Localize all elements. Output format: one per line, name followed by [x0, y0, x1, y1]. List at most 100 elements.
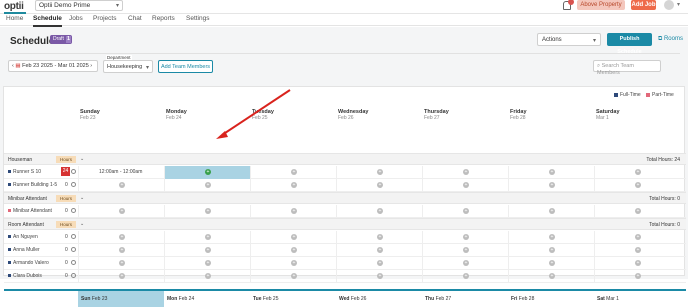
- search-input[interactable]: ⌕ Search Team Members: [593, 60, 661, 76]
- avatar[interactable]: [664, 0, 674, 10]
- property-selector[interactable]: Optii Demo Prime ▾: [35, 0, 123, 11]
- shift-cell[interactable]: +: [336, 257, 422, 270]
- add-shift-icon[interactable]: +: [463, 247, 469, 253]
- add-shift-icon[interactable]: +: [205, 169, 211, 175]
- shift-cell[interactable]: +: [508, 257, 594, 270]
- add-shift-icon[interactable]: +: [549, 234, 555, 240]
- add-shift-icon[interactable]: +: [205, 234, 211, 240]
- above-property-button[interactable]: Above Property: [577, 0, 625, 10]
- add-shift-icon[interactable]: +: [291, 247, 297, 253]
- group-row[interactable]: Houseman Hours ⌄ Total Hours: 24: [4, 153, 686, 165]
- tab-jobs[interactable]: Jobs: [69, 15, 83, 22]
- add-shift-icon[interactable]: +: [377, 208, 383, 214]
- shift-cell[interactable]: +: [250, 257, 336, 270]
- shift-cell[interactable]: +: [78, 257, 164, 270]
- shift-time[interactable]: 12:00am - 12:00am: [99, 169, 142, 175]
- add-shift-icon[interactable]: +: [377, 169, 383, 175]
- shift-cell[interactable]: +: [336, 179, 422, 192]
- shift-cell[interactable]: +: [250, 231, 336, 244]
- shift-cell[interactable]: +: [164, 205, 250, 218]
- shift-cell[interactable]: +: [594, 257, 680, 270]
- shift-cell[interactable]: +: [78, 270, 164, 283]
- add-shift-icon[interactable]: +: [463, 260, 469, 266]
- add-shift-icon[interactable]: +: [635, 208, 641, 214]
- tab-chat[interactable]: Chat: [128, 15, 142, 22]
- shift-cell[interactable]: +: [422, 205, 508, 218]
- shift-cell[interactable]: +: [164, 166, 250, 179]
- shift-cell[interactable]: +: [78, 179, 164, 192]
- shift-cell[interactable]: +: [250, 270, 336, 283]
- add-shift-icon[interactable]: +: [205, 247, 211, 253]
- add-shift-icon[interactable]: +: [463, 182, 469, 188]
- add-shift-icon[interactable]: +: [549, 247, 555, 253]
- info-icon[interactable]: [71, 208, 76, 213]
- chevron-down-icon[interactable]: ⌄: [80, 195, 84, 201]
- shift-cell[interactable]: +: [508, 270, 594, 283]
- add-shift-icon[interactable]: +: [635, 260, 641, 266]
- add-shift-icon[interactable]: +: [549, 182, 555, 188]
- shift-cell[interactable]: +: [594, 166, 680, 179]
- add-shift-icon[interactable]: +: [463, 169, 469, 175]
- shift-cell[interactable]: +: [336, 231, 422, 244]
- shift-cell[interactable]: +: [594, 270, 680, 283]
- shift-cell[interactable]: +: [78, 205, 164, 218]
- add-shift-icon[interactable]: +: [463, 208, 469, 214]
- shift-cell[interactable]: +: [422, 166, 508, 179]
- shift-cell[interactable]: +: [164, 257, 250, 270]
- shift-cell[interactable]: +: [508, 231, 594, 244]
- tab-reports[interactable]: Reports: [152, 15, 175, 22]
- add-shift-icon[interactable]: +: [377, 273, 383, 279]
- tab-projects[interactable]: Projects: [93, 15, 116, 22]
- shift-cell[interactable]: +: [250, 166, 336, 179]
- add-shift-icon[interactable]: +: [291, 234, 297, 240]
- add-shift-icon[interactable]: +: [463, 234, 469, 240]
- info-icon[interactable]: [71, 273, 76, 278]
- chevron-down-icon[interactable]: ▾: [677, 1, 680, 8]
- shift-cell[interactable]: +: [422, 179, 508, 192]
- add-shift-icon[interactable]: +: [119, 234, 125, 240]
- shift-cell[interactable]: +: [422, 270, 508, 283]
- shift-cell[interactable]: +: [336, 166, 422, 179]
- add-shift-icon[interactable]: +: [549, 169, 555, 175]
- tab-home[interactable]: Home: [6, 15, 23, 22]
- department-select[interactable]: Housekeeping ▾: [103, 60, 153, 73]
- shift-cell[interactable]: 12:00am - 12:00am: [78, 166, 164, 179]
- group-row[interactable]: Room Attendant Hours ⌄ Total Hours: 0: [4, 218, 686, 230]
- info-icon[interactable]: [71, 247, 76, 252]
- group-row[interactable]: Minibar Attendant Hours ⌄ Total Hours: 0: [4, 192, 686, 204]
- tab-schedule[interactable]: Schedule: [33, 15, 62, 27]
- shift-cell[interactable]: +: [78, 231, 164, 244]
- add-shift-icon[interactable]: +: [635, 169, 641, 175]
- employee-name[interactable]: Armando Valero: [13, 260, 49, 266]
- shift-cell[interactable]: +: [164, 179, 250, 192]
- shift-cell[interactable]: +: [250, 179, 336, 192]
- notification-bell-icon[interactable]: [563, 0, 574, 10]
- add-shift-icon[interactable]: +: [119, 208, 125, 214]
- actions-dropdown[interactable]: Actions ▾: [537, 33, 601, 46]
- add-shift-icon[interactable]: +: [205, 182, 211, 188]
- info-icon[interactable]: [71, 234, 76, 239]
- shift-cell[interactable]: +: [164, 270, 250, 283]
- shift-cell[interactable]: +: [594, 244, 680, 257]
- add-shift-icon[interactable]: +: [463, 273, 469, 279]
- shift-cell[interactable]: +: [594, 205, 680, 218]
- shift-cell[interactable]: +: [422, 244, 508, 257]
- add-shift-icon[interactable]: +: [119, 247, 125, 253]
- add-shift-icon[interactable]: +: [205, 208, 211, 214]
- add-shift-icon[interactable]: +: [377, 247, 383, 253]
- add-shift-icon[interactable]: +: [549, 273, 555, 279]
- employee-name[interactable]: An Nguyen: [13, 234, 38, 240]
- date-range-picker[interactable]: ‹ ▦ Feb 23 2025 - Mar 01 2025 ›: [8, 60, 98, 72]
- shift-cell[interactable]: +: [508, 244, 594, 257]
- add-shift-icon[interactable]: +: [377, 234, 383, 240]
- employee-name[interactable]: Minibar Attendant: [13, 208, 52, 214]
- add-shift-icon[interactable]: +: [291, 169, 297, 175]
- add-shift-icon[interactable]: +: [291, 208, 297, 214]
- add-shift-icon[interactable]: +: [205, 273, 211, 279]
- shift-cell[interactable]: +: [508, 179, 594, 192]
- add-shift-icon[interactable]: +: [549, 208, 555, 214]
- shift-cell[interactable]: +: [250, 244, 336, 257]
- shift-cell[interactable]: +: [594, 231, 680, 244]
- add-shift-icon[interactable]: +: [635, 182, 641, 188]
- shift-cell[interactable]: +: [508, 205, 594, 218]
